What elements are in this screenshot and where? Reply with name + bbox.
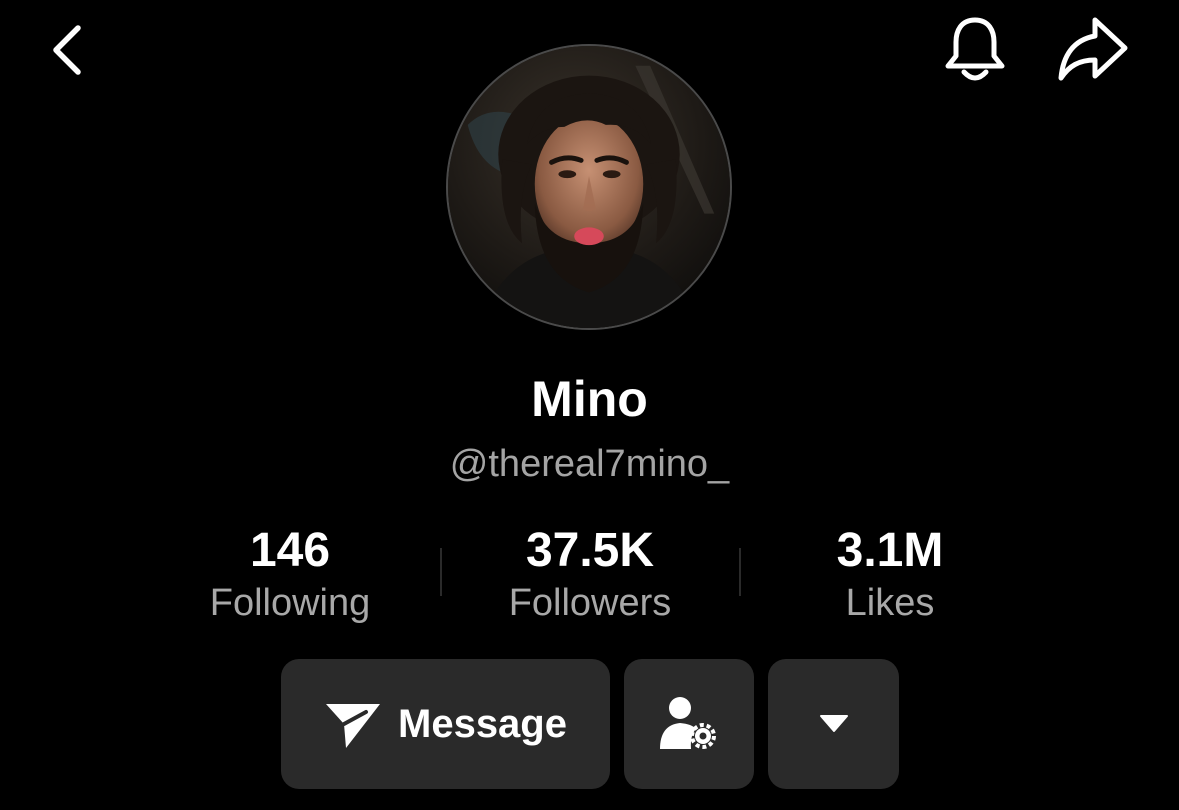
back-button[interactable] <box>40 20 100 80</box>
stat-following[interactable]: 146 Following <box>160 522 420 626</box>
share-arrow-icon <box>1058 17 1128 81</box>
bell-icon <box>945 17 1005 81</box>
paper-plane-icon <box>326 704 380 748</box>
likes-count: 3.1M <box>836 524 944 577</box>
caret-down-icon <box>819 715 848 732</box>
followers-count: 37.5K <box>525 524 655 577</box>
stat-followers[interactable]: 37.5K Followers <box>460 522 720 626</box>
username-handle: @thereal7mino_ <box>449 443 730 485</box>
user-gear-icon <box>660 697 716 749</box>
followers-label: Followers <box>508 582 672 624</box>
share-button[interactable] <box>1055 14 1133 84</box>
notification-button[interactable] <box>940 14 1010 86</box>
display-name: Mino <box>531 371 648 427</box>
following-label: Following <box>209 582 371 624</box>
profile-avatar[interactable] <box>446 44 732 330</box>
chevron-left-icon <box>53 25 81 75</box>
profile-photo <box>448 46 730 328</box>
message-button[interactable]: Message <box>281 659 610 789</box>
message-label: Message <box>398 702 567 746</box>
more-options-button[interactable] <box>768 659 899 789</box>
following-count: 146 <box>249 524 331 577</box>
stat-divider <box>440 548 442 596</box>
stat-divider <box>739 548 741 596</box>
stat-likes[interactable]: 3.1M Likes <box>760 522 1020 626</box>
likes-label: Likes <box>845 582 935 624</box>
profile-settings-button[interactable] <box>624 659 754 789</box>
